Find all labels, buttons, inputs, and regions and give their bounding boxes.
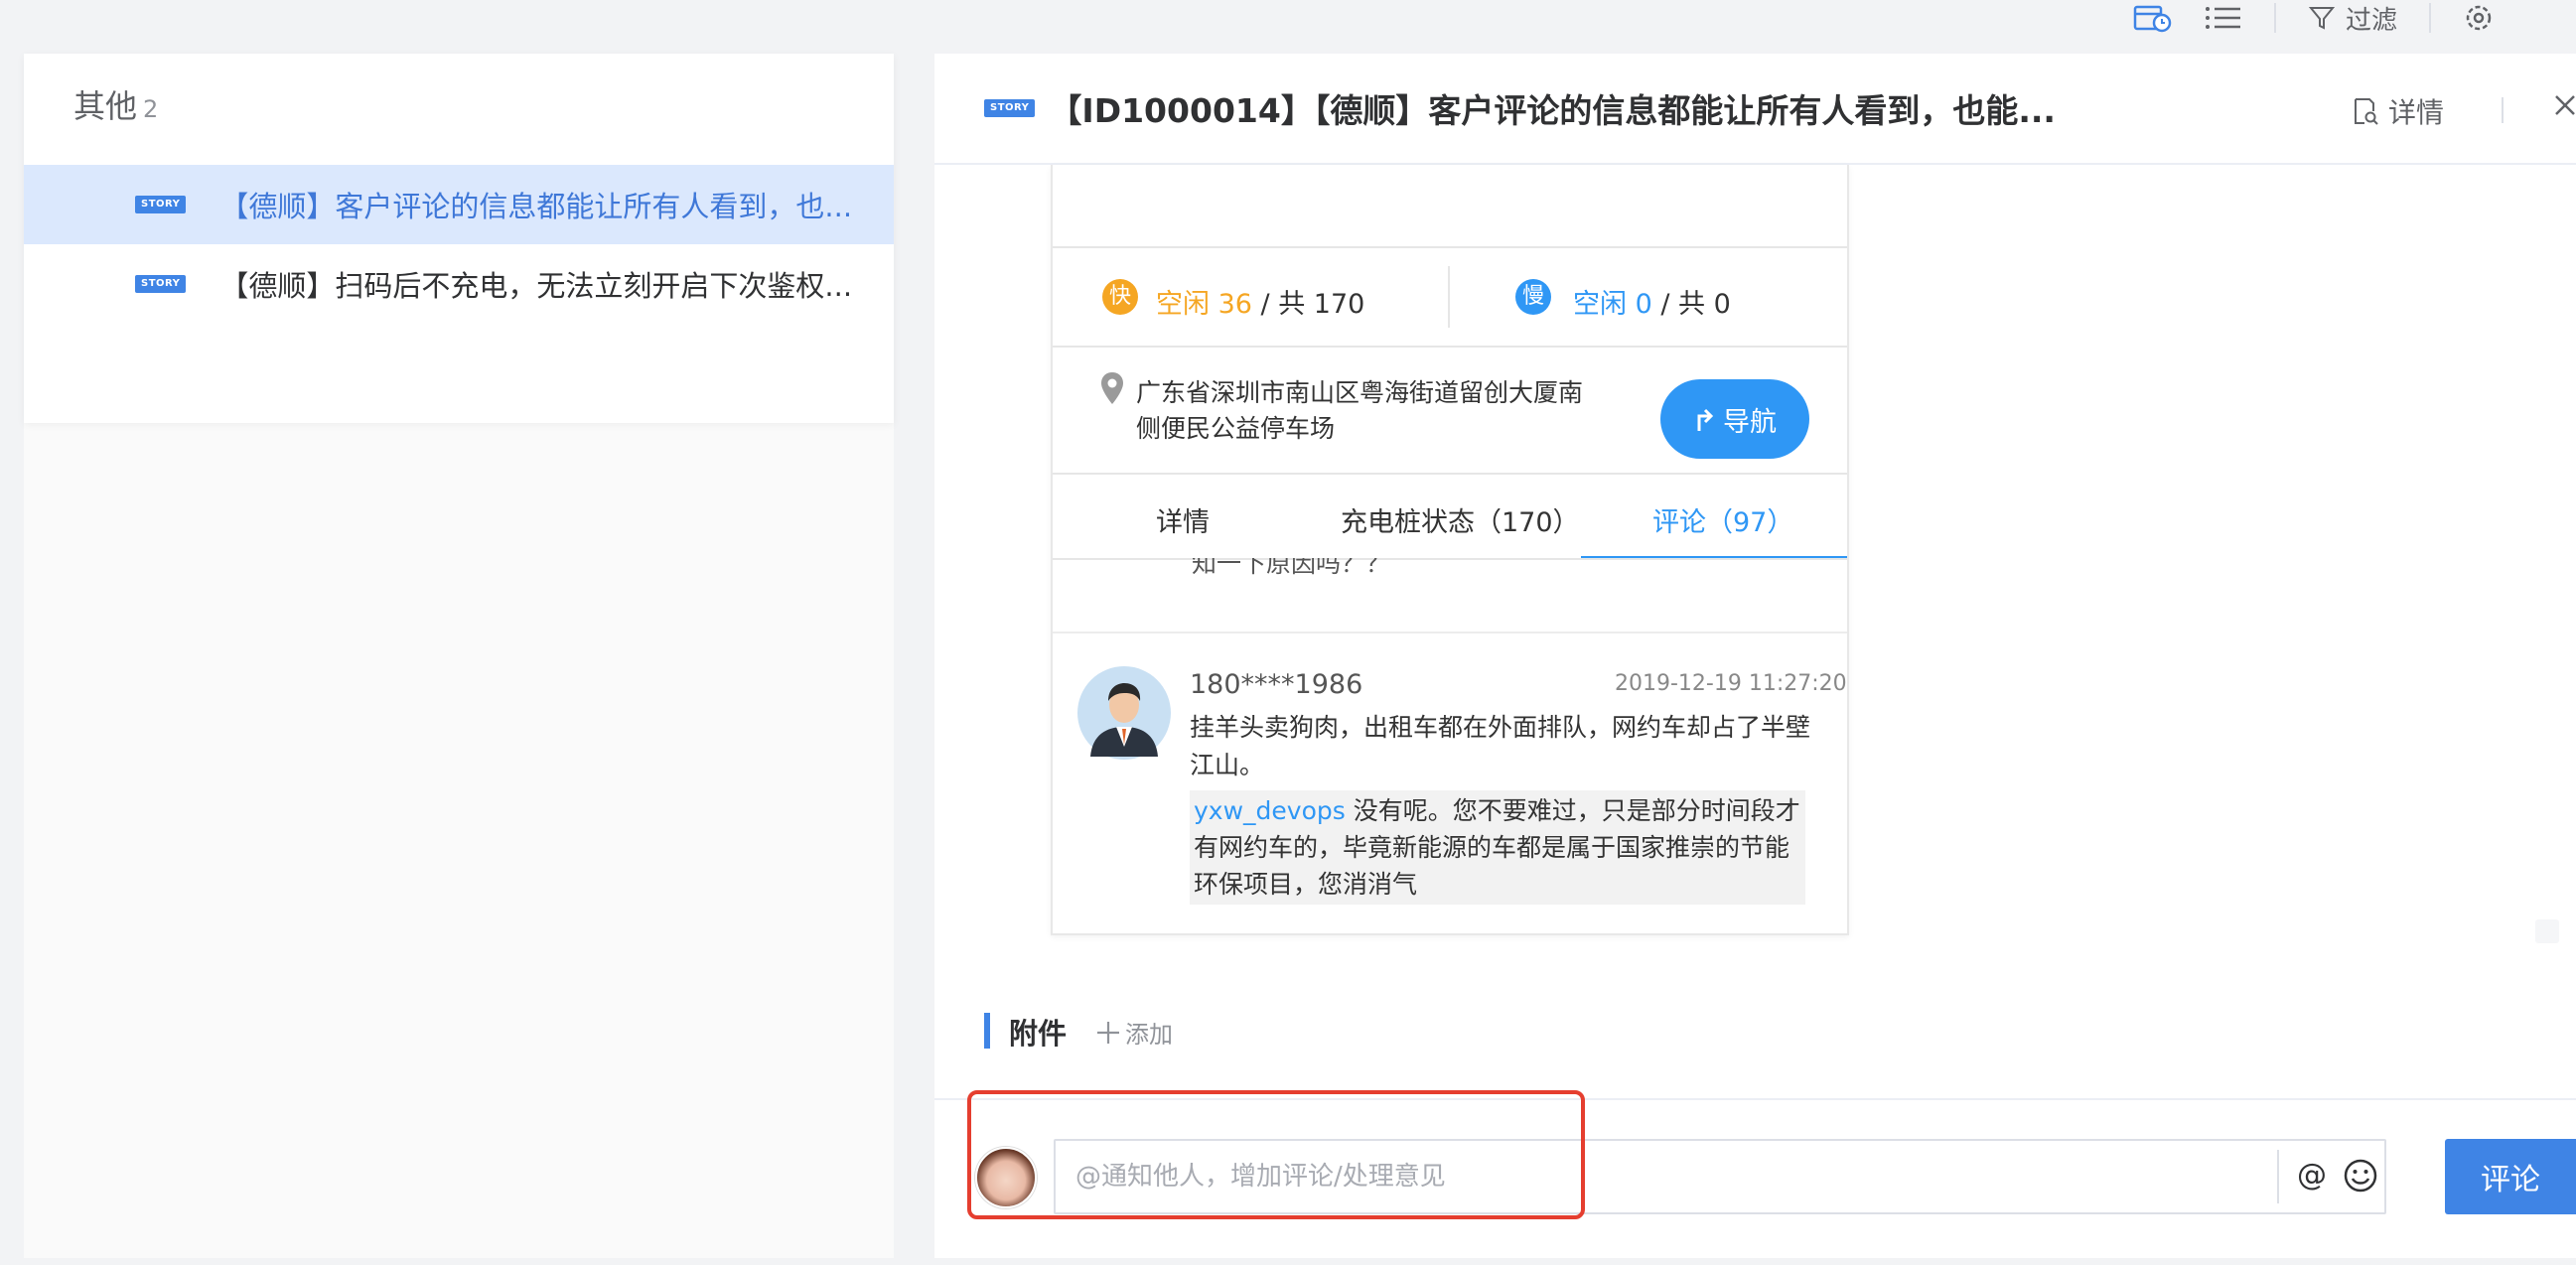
- comment-input[interactable]: [1054, 1139, 2386, 1214]
- submit-comment-button[interactable]: 评论: [2445, 1139, 2576, 1214]
- user-avatar: [1076, 665, 1172, 765]
- navigate-label: 导航: [1723, 406, 1777, 438]
- station-tabs: 详情 充电桩状态（170） 评论（97）: [1053, 475, 1847, 560]
- story-tag: STORY: [135, 275, 187, 293]
- navigate-button: 导航: [1660, 379, 1809, 459]
- group-count: 2: [143, 95, 159, 123]
- toolbar-divider: [2429, 3, 2432, 33]
- add-attachment-label: 添加: [1125, 1021, 1173, 1049]
- tab-details: 详情: [1156, 507, 1210, 538]
- station-address: 广东省深圳市南山区粤海街道留创大厦南侧便民公益停车场: [1136, 378, 1584, 443]
- calendar-clock-icon[interactable]: [2133, 3, 2173, 33]
- plus-icon: [1097, 1021, 1119, 1044]
- comment-body: 挂羊头卖狗肉，出租车都在外面排队，网约车却占了半壁江山。: [1190, 713, 1811, 779]
- input-divider: [2277, 1150, 2279, 1203]
- story-list-item[interactable]: STORY 【德顺】扫码后不充电，无法立刻开启下次鉴权...: [24, 244, 894, 324]
- story-tag: STORY: [984, 99, 1036, 117]
- divider: [1053, 632, 1847, 633]
- add-attachment-button[interactable]: 添加: [1095, 1015, 1173, 1050]
- comment-username: 180****1986: [1190, 669, 1363, 700]
- fast-pile-count: 空闲 36 / 共 170: [1156, 282, 1364, 321]
- comment-reply: yxw_devops 没有呢。您不要难过，只是部分时间段才有网约车的，毕竟新能源…: [1190, 790, 1805, 905]
- document-search-icon: [2355, 98, 2378, 125]
- divider: [1448, 266, 1450, 328]
- group-title: 其他 2: [73, 81, 158, 127]
- story-tag: STORY: [135, 196, 187, 213]
- scroll-indicator[interactable]: [2535, 919, 2559, 943]
- cropped-comment-text: 知一下原因吗？？: [1192, 558, 1391, 576]
- description-screenshot: 快 空闲 36 / 共 170 慢 空闲 0 / 共 0 广东省深圳市南山区粤海…: [1051, 165, 1849, 935]
- current-user-avatar: [975, 1147, 1037, 1208]
- divider: [1053, 346, 1847, 348]
- slow-total-count: / 共 0: [1651, 289, 1731, 320]
- section-accent-bar: [984, 1013, 990, 1049]
- divider: [1053, 558, 1847, 560]
- story-list-item[interactable]: STORY 【德顺】客户评论的信息都能让所有人看到，也...: [24, 165, 894, 244]
- story-group-card: 其他 2 STORY 【德顺】客户评论的信息都能让所有人看到，也... STORY…: [24, 54, 894, 423]
- charging-pile-summary: 快 空闲 36 / 共 170 慢 空闲 0 / 共 0: [1053, 248, 1847, 346]
- group-title-text: 其他: [73, 87, 138, 125]
- settings-icon[interactable]: [2463, 2, 2495, 34]
- detail-header: STORY 【ID1000014】【德顺】客户评论的信息都能让所有人看到，也能.…: [934, 54, 2576, 165]
- fast-free-count: 空闲 36: [1156, 289, 1252, 320]
- detail-link[interactable]: 详情: [2353, 91, 2444, 131]
- top-toolbar: 过滤: [2105, 0, 2576, 36]
- slow-pile-count: 空闲 0 / 共 0: [1573, 282, 1731, 321]
- story-title: 【德顺】客户评论的信息都能让所有人看到，也...: [219, 190, 853, 223]
- story-detail-panel: STORY 【ID1000014】【德顺】客户评论的信息都能让所有人看到，也能.…: [934, 54, 2576, 1258]
- tab-comments: 评论（97）: [1652, 507, 1794, 538]
- filter-label: 过滤: [2346, 5, 2398, 36]
- tab-pile-status: 充电桩状态（170）: [1341, 507, 1580, 538]
- list-icon[interactable]: [2205, 5, 2242, 31]
- navigation-arrow-icon: [1697, 408, 1714, 431]
- header-divider: [2502, 97, 2504, 123]
- filter-button[interactable]: 过滤: [2308, 0, 2397, 37]
- attachments-title: 附件: [1009, 1017, 1068, 1051]
- fast-charge-badge: 快: [1102, 279, 1138, 315]
- close-icon[interactable]: [2553, 93, 2576, 121]
- divider: [934, 1098, 2576, 1100]
- emoji-icon[interactable]: [2343, 1158, 2378, 1197]
- left-panel: 其他 2 STORY 【德顺】客户评论的信息都能让所有人看到，也... STORY…: [24, 54, 894, 1258]
- filter-icon: [2308, 7, 2336, 30]
- slow-free-count: 空闲 0: [1573, 289, 1652, 320]
- detail-link-label: 详情: [2388, 96, 2445, 129]
- fast-total-count: / 共 170: [1251, 289, 1365, 320]
- reply-mention: yxw_devops: [1194, 796, 1346, 825]
- story-title: 【德顺】扫码后不充电，无法立刻开启下次鉴权...: [219, 269, 853, 303]
- mention-button[interactable]: @: [2297, 1158, 2327, 1193]
- comment-timestamp: 2019-12-19 11:27:20: [1615, 671, 1847, 696]
- slow-charge-badge: 慢: [1515, 279, 1551, 315]
- detail-title: 【ID1000014】【德顺】客户评论的信息都能让所有人看到，也能...: [1049, 91, 2056, 130]
- location-pin-icon: [1100, 371, 1124, 409]
- toolbar-divider: [2274, 3, 2276, 33]
